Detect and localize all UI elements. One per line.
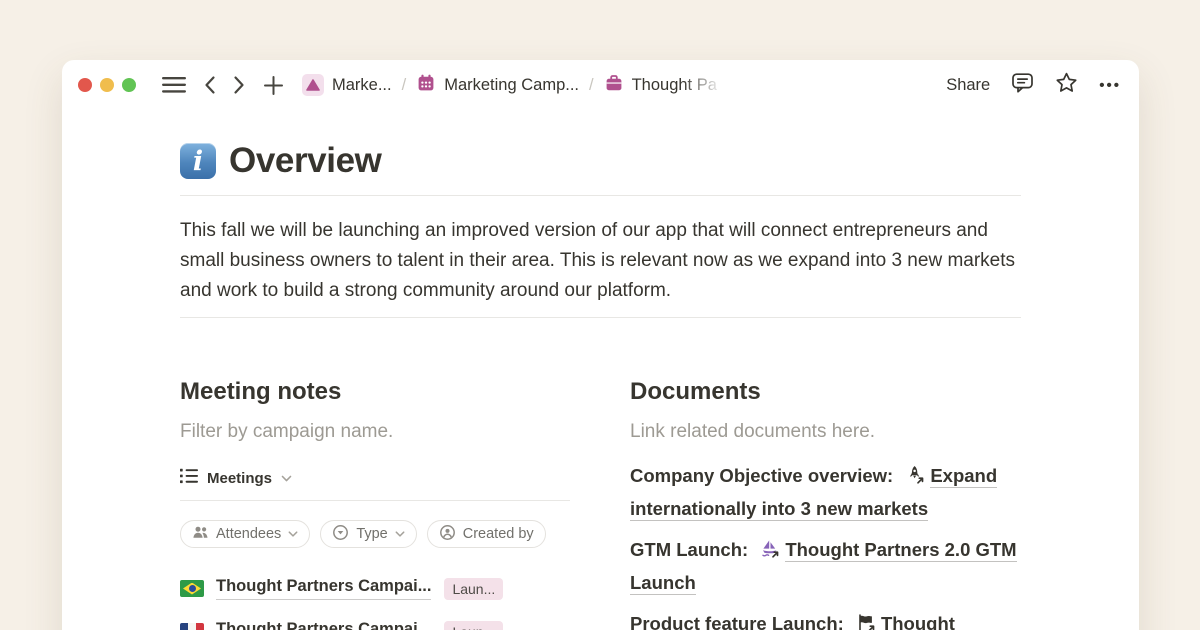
document-label: Company Objective overview: [630, 465, 893, 486]
list-view-icon [180, 468, 198, 489]
sidebar-menu-icon[interactable] [162, 76, 186, 94]
breadcrumb-thought-partners[interactable]: Thought Pa [604, 73, 724, 98]
filter-label: Created by [463, 526, 534, 542]
database-view-header[interactable]: Meetings [180, 468, 570, 501]
document-link-line: Company Objective overview: Expand inter… [630, 459, 1020, 525]
filter-label: Attendees [216, 526, 281, 542]
document-link-line: Product feature Launch: Thought [630, 607, 1020, 630]
meeting-page-title: Thought Partners Campai... [216, 620, 431, 630]
meeting-notes-heading: Meeting notes [180, 378, 570, 406]
back-icon[interactable] [203, 75, 216, 95]
calendar-icon [416, 73, 436, 98]
list-item[interactable]: Thought Partners Campai... Laun... [180, 616, 570, 630]
filter-chips: Attendees Type [180, 520, 570, 548]
new-page-plus-icon[interactable] [263, 75, 284, 96]
chevron-down-icon [288, 526, 298, 542]
divider [180, 195, 1021, 196]
intro-paragraph: This fall we will be launching an improv… [180, 216, 1021, 306]
campaign-tag: Laun... [444, 621, 503, 630]
info-emoji-letter: i [193, 148, 203, 175]
breadcrumb-label: Marketing Camp... [444, 76, 579, 95]
view-name: Meetings [207, 470, 272, 487]
triangle-logo-icon [302, 74, 324, 96]
breadcrumb-separator: / [589, 76, 594, 95]
chevron-down-icon [395, 526, 405, 542]
breadcrumb-separator: / [402, 76, 407, 95]
two-column-layout: Meeting notes Filter by campaign name. M… [180, 378, 1021, 630]
window-topbar: Marke... / Marketing Camp... / Thought P… [62, 60, 1139, 110]
documents-heading: Documents [630, 378, 1020, 406]
comments-icon[interactable] [1011, 71, 1034, 99]
breadcrumb: Marke... / Marketing Camp... / Thought P… [302, 73, 946, 98]
page-title: Overview [229, 141, 381, 181]
page-content: i Overview This fall we will be launchin… [180, 141, 1021, 630]
filter-attendees[interactable]: Attendees [180, 520, 310, 548]
page-mention-link[interactable]: Thought [881, 613, 955, 630]
meeting-notes-column: Meeting notes Filter by campaign name. M… [180, 378, 570, 630]
page-title-row: i Overview [180, 141, 1021, 181]
campaign-tag: Laun... [444, 578, 503, 600]
info-emoji: i [180, 143, 216, 179]
traffic-lights [78, 78, 136, 92]
favorite-star-icon[interactable] [1055, 71, 1078, 99]
france-flag-icon [180, 623, 204, 630]
dropdown-circle-icon [332, 524, 349, 545]
rocket-icon [905, 462, 925, 482]
breadcrumb-marketing-campaigns[interactable]: Marketing Camp... [416, 73, 579, 98]
minimize-button[interactable] [100, 78, 114, 92]
filter-label: Type [356, 526, 387, 542]
black-flag-icon [856, 610, 876, 630]
breadcrumb-workspace[interactable]: Marke... [302, 74, 392, 96]
divider [180, 317, 1021, 318]
meeting-page-title: Thought Partners Campai... [216, 577, 431, 600]
breadcrumb-label: Marke... [332, 76, 392, 95]
meeting-notes-caption: Filter by campaign name. [180, 421, 570, 443]
sailboat-icon [760, 536, 780, 556]
topbar-actions: Share ••• [946, 71, 1121, 99]
people-icon [192, 525, 209, 543]
filter-type[interactable]: Type [320, 520, 416, 548]
document-link-line: GTM Launch: Thought Partners 2.0 GTM Lau… [630, 533, 1020, 599]
filter-created-by[interactable]: Created by [427, 520, 546, 548]
more-options-icon[interactable]: ••• [1099, 77, 1121, 94]
briefcase-icon [604, 73, 624, 98]
person-circle-icon [439, 524, 456, 545]
documents-column: Documents Link related documents here. C… [630, 378, 1020, 630]
nav-buttons [162, 75, 284, 96]
meeting-rows: Thought Partners Campai... Laun... Thoug… [180, 573, 570, 630]
brazil-flag-icon [180, 580, 204, 597]
close-button[interactable] [78, 78, 92, 92]
notion-window: Marke... / Marketing Camp... / Thought P… [62, 60, 1139, 630]
desktop-background: Marke... / Marketing Camp... / Thought P… [0, 0, 1200, 630]
documents-caption: Link related documents here. [630, 421, 1020, 443]
document-label: Product feature Launch: [630, 613, 844, 630]
document-label: GTM Launch: [630, 539, 748, 560]
forward-icon[interactable] [233, 75, 246, 95]
breadcrumb-label: Thought Pa [632, 76, 724, 95]
chevron-down-icon [281, 470, 292, 488]
list-item[interactable]: Thought Partners Campai... Laun... [180, 573, 570, 604]
share-button[interactable]: Share [946, 76, 990, 95]
zoom-button[interactable] [122, 78, 136, 92]
